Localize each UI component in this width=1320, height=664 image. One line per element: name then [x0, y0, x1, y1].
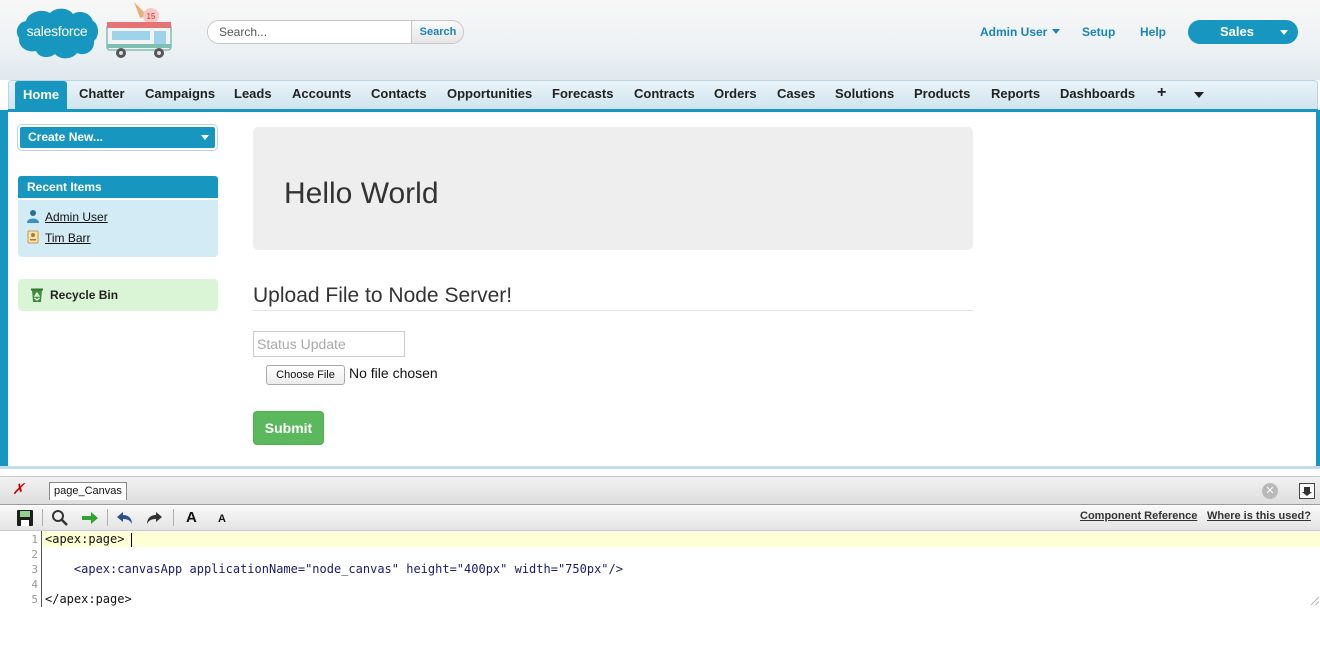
recycle-bin-label: Recycle Bin [50, 288, 119, 302]
content-border-right [1316, 110, 1320, 468]
all-tabs-plus-icon[interactable]: + [1157, 84, 1166, 102]
hero-jumbotron: Hello World [253, 127, 973, 250]
logo-wordmark: salesforce [26, 23, 88, 39]
app-picker[interactable]: Sales [1188, 20, 1298, 44]
upload-section-title: Upload File to Node Server! [253, 284, 513, 307]
salesforce-logo[interactable]: salesforce [16, 7, 98, 59]
recycle-bin-icon [31, 288, 43, 302]
recent-item-label: Admin User [45, 210, 108, 224]
tab-home[interactable]: Home [15, 81, 68, 109]
contact-card-icon [27, 230, 39, 244]
create-new-label: Create New... [28, 130, 103, 144]
hero-title: Hello World [284, 177, 439, 210]
text-cursor [131, 533, 132, 547]
go-to-line-arrow-icon[interactable] [80, 508, 100, 528]
choose-file-button[interactable]: Choose File [266, 365, 345, 385]
search-button[interactable]: Search [411, 21, 463, 43]
search-input[interactable] [208, 21, 411, 43]
tab-contacts[interactable]: Contacts [371, 86, 427, 101]
line-number: 5 [31, 593, 38, 606]
create-new-button[interactable]: Create New... [18, 125, 217, 150]
tab-opportunities[interactable]: Opportunities [447, 86, 532, 101]
toolbar-divider [107, 509, 108, 526]
dev-footer-tabbar [0, 476, 1320, 505]
global-search: Search [207, 20, 464, 44]
search-icon[interactable] [50, 508, 70, 528]
active-line-highlight [42, 532, 1320, 547]
tab-dashboards[interactable]: Dashboards [1060, 86, 1135, 101]
user-menu-label: Admin User [980, 25, 1048, 39]
toolbar-divider [42, 509, 43, 526]
undo-icon[interactable] [115, 508, 135, 528]
tab-contracts[interactable]: Contracts [634, 86, 695, 101]
recycle-bin-link[interactable]: Recycle Bin [18, 279, 218, 311]
redo-icon[interactable] [144, 508, 164, 528]
app-picker-label: Sales [1220, 24, 1254, 39]
save-icon[interactable] [15, 508, 35, 528]
tab-products[interactable]: Products [914, 86, 970, 101]
line-number: 3 [31, 563, 38, 576]
user-menu[interactable]: Admin User [980, 25, 1061, 39]
tab-solutions[interactable]: Solutions [835, 86, 894, 101]
submit-button[interactable]: Submit [253, 411, 324, 445]
close-icon[interactable]: ✕ [1262, 483, 1278, 499]
tab-cases[interactable]: Cases [777, 86, 815, 101]
resize-grip-icon[interactable] [1310, 596, 1319, 605]
code-line[interactable]: <apex:canvasApp applicationName="node_ca… [45, 562, 623, 576]
dev-mode-close-icon[interactable]: ✗ [12, 480, 25, 498]
ice-cream-truck-icon: 15 [106, 2, 172, 58]
line-number: 1 [31, 533, 38, 546]
recent-item-label: Tim Barr [45, 231, 91, 245]
component-reference-link[interactable]: Component Reference [1080, 510, 1197, 522]
tab-leads[interactable]: Leads [234, 86, 272, 101]
tab-campaigns[interactable]: Campaigns [145, 86, 215, 101]
decrease-font-button[interactable]: A [218, 513, 226, 525]
recent-items-title: Recent Items [18, 176, 218, 198]
global-header [0, 0, 1320, 80]
chevron-down-icon [1280, 30, 1288, 35]
file-status-text: No file chosen [349, 365, 438, 381]
where-used-link[interactable]: Where is this used? [1207, 510, 1311, 522]
toolbar-divider [173, 509, 174, 526]
tab-orders[interactable]: Orders [714, 86, 757, 101]
line-number: 4 [31, 578, 38, 591]
chevron-down-icon [1052, 29, 1061, 34]
user-icon [27, 210, 39, 223]
recent-item[interactable]: Admin User [26, 209, 108, 224]
tab-chatter[interactable]: Chatter [79, 86, 125, 101]
chevron-down-icon [201, 135, 209, 140]
tab-forecasts[interactable]: Forecasts [552, 86, 613, 101]
tab-overflow-chevron-icon[interactable] [1194, 92, 1204, 98]
status-update-input[interactable] [253, 331, 405, 357]
tab-reports[interactable]: Reports [991, 86, 1040, 101]
section-divider [253, 310, 973, 311]
content-border-left [0, 110, 8, 468]
line-number: 2 [31, 548, 38, 561]
setup-link[interactable]: Setup [1082, 25, 1115, 39]
tab-bar-underline [8, 109, 1318, 112]
dev-tab-page-canvas[interactable]: page_Canvas [49, 482, 127, 500]
increase-font-button[interactable]: A [186, 509, 197, 526]
recent-item[interactable]: Tim Barr [26, 230, 91, 245]
code-line[interactable]: </apex:page> [45, 592, 132, 606]
help-link[interactable]: Help [1140, 25, 1166, 39]
content-border-bottom [0, 466, 1320, 469]
truck-badge-number: 15 [147, 12, 156, 21]
minimize-icon[interactable] [1299, 483, 1315, 499]
code-line[interactable]: <apex:page> [45, 532, 124, 546]
tab-accounts[interactable]: Accounts [292, 86, 351, 101]
